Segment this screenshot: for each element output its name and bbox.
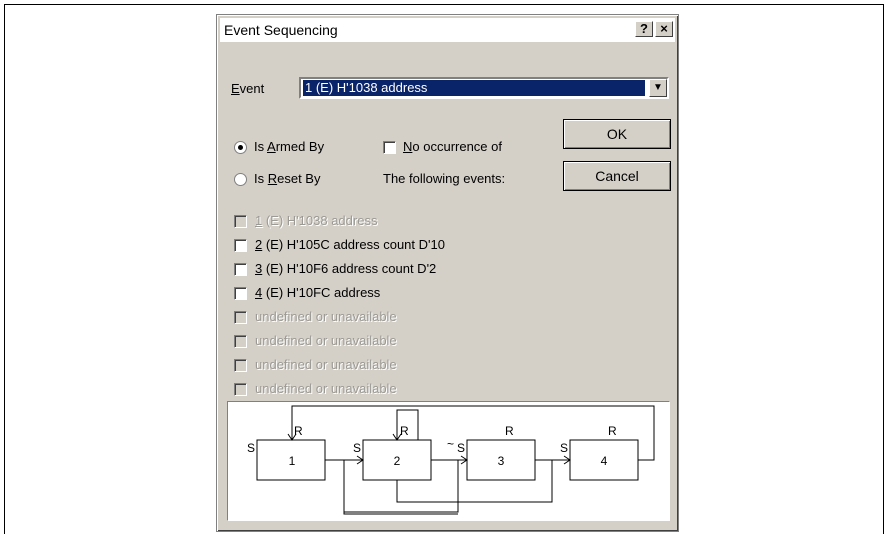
is-reset-by-label[interactable]: Is Reset By: [254, 171, 320, 186]
title-bar: Event Sequencing ? ×: [220, 18, 675, 42]
event-label-mnemonic: E: [231, 81, 240, 96]
sequence-diagram: 1 2 3 4 S S S S R R R R ~: [227, 401, 670, 521]
event-checkbox-label-6: undefined or unavailable: [255, 333, 397, 348]
not-label: ~: [447, 437, 454, 451]
cancel-button[interactable]: Cancel: [563, 161, 671, 191]
event-text: (E) H'105C address count D'10: [262, 237, 445, 252]
event-text: undefined or unavailable: [255, 309, 397, 324]
armed-pre: Is: [254, 139, 268, 154]
close-button[interactable]: ×: [655, 21, 673, 37]
event-text: (E) H'1038 address: [262, 213, 378, 228]
reset-label-2: R: [400, 424, 409, 438]
event-checkbox-label-7: undefined or unavailable: [255, 357, 397, 372]
is-reset-by-radio[interactable]: [234, 173, 247, 186]
diagram-box-3-label: 3: [498, 454, 505, 468]
set-label-3: S: [457, 441, 465, 455]
event-checkbox-6: [234, 335, 247, 348]
event-sequencing-dialog: Event Sequencing ? × Event 1 (E) H'1038 …: [216, 14, 679, 532]
set-label-4: S: [560, 441, 568, 455]
event-checkbox-label-1: 1 (E) H'1038 address: [255, 213, 377, 228]
no-occ-mnemonic: N: [403, 139, 413, 154]
armed-post: rmed By: [275, 139, 325, 154]
event-checkbox-2[interactable]: [234, 239, 247, 252]
event-label-rest: vent: [239, 81, 265, 96]
event-checkbox-8: [234, 383, 247, 396]
event-text: (E) H'10F6 address count D'2: [262, 261, 437, 276]
event-checkbox-label-5: undefined or unavailable: [255, 309, 397, 324]
event-label: Event: [231, 81, 264, 96]
event-select[interactable]: 1 (E) H'1038 address ▼: [299, 77, 669, 99]
reset-post: eset By: [277, 171, 321, 186]
event-text: (E) H'10FC address: [262, 285, 381, 300]
reset-pre: Is: [254, 171, 268, 186]
armed-mnemonic: A: [267, 139, 276, 154]
set-label-2: S: [353, 441, 361, 455]
event-checkbox-label-4[interactable]: 4 (E) H'10FC address: [255, 285, 380, 300]
event-checkbox-label-8: undefined or unavailable: [255, 381, 397, 396]
no-occurrence-checkbox[interactable]: [383, 141, 396, 154]
event-checkbox-label-3[interactable]: 3 (E) H'10F6 address count D'2: [255, 261, 436, 276]
set-label-1: S: [247, 441, 255, 455]
event-checkbox-label-2[interactable]: 2 (E) H'105C address count D'10: [255, 237, 445, 252]
reset-label-1: R: [294, 424, 303, 438]
event-checkbox-7: [234, 359, 247, 372]
event-select-value: 1 (E) H'1038 address: [303, 80, 645, 96]
diagram-box-4-label: 4: [601, 454, 608, 468]
ok-button[interactable]: OK: [563, 119, 671, 149]
event-checkbox-1: [234, 215, 247, 228]
dialog-title: Event Sequencing: [224, 22, 338, 38]
sequence-diagram-svg: 1 2 3 4 S S S S R R R R ~: [247, 405, 655, 515]
radio-selected-dot: [238, 145, 243, 150]
help-button[interactable]: ?: [635, 21, 653, 37]
event-checkbox-5: [234, 311, 247, 324]
reset-label-3: R: [505, 424, 514, 438]
is-armed-by-label[interactable]: Is Armed By: [254, 139, 324, 154]
no-occurrence-label[interactable]: No occurrence of: [403, 139, 502, 154]
event-text: undefined or unavailable: [255, 381, 397, 396]
following-events-label: The following events:: [383, 171, 506, 186]
reset-mnemonic: R: [267, 171, 278, 186]
reset-label-4: R: [608, 424, 617, 438]
is-armed-by-radio[interactable]: [234, 141, 247, 154]
no-occ-post: o occurrence of: [412, 139, 502, 154]
diagram-box-2-label: 2: [394, 454, 401, 468]
dropdown-arrow-icon[interactable]: ▼: [649, 79, 667, 97]
event-checkbox-3[interactable]: [234, 263, 247, 276]
event-text: undefined or unavailable: [255, 357, 397, 372]
event-checkbox-4[interactable]: [234, 287, 247, 300]
event-text: undefined or unavailable: [255, 333, 397, 348]
diagram-box-1-label: 1: [289, 454, 296, 468]
